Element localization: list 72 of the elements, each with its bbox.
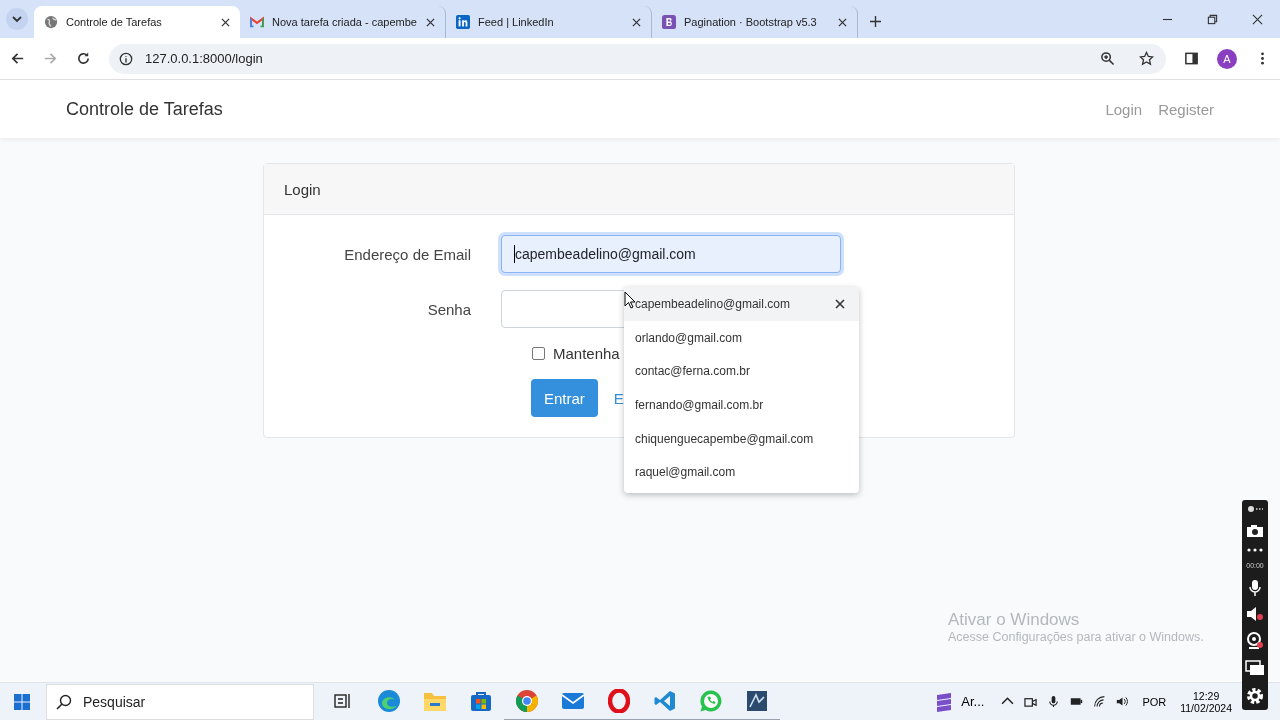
back-arrow-icon[interactable] [10,51,25,66]
close-icon[interactable] [632,17,641,27]
speaker-icon[interactable] [1116,695,1130,708]
mail-logo-icon [250,15,264,29]
swirl-icon [377,688,401,713]
restore-icon[interactable] [1207,14,1218,25]
code-editor-icon [654,689,676,712]
stack-icon [935,691,954,712]
close-icon[interactable] [835,298,845,309]
info-icon [119,51,133,66]
suggestion-item[interactable]: contac@ferna.com.br [624,354,859,389]
meet-icon[interactable] [1024,695,1038,708]
close-icon[interactable] [221,17,230,27]
round-browser-icon [515,688,539,713]
globe-icon [44,15,58,29]
windows-start-icon[interactable] [14,693,30,710]
close-icon[interactable] [426,17,435,27]
battery-icon[interactable] [1070,695,1084,708]
side-panel-icon[interactable] [1184,51,1199,66]
tab-title: Feed | LinkedIn [478,16,555,28]
checkbox[interactable] [532,347,545,360]
reload-icon[interactable] [76,51,91,66]
suggestion-item[interactable]: fernando@gmail.com.br [624,388,859,422]
activation-message: Acesse Configurações para ativar o Windows. [948,630,1204,644]
language-indicator[interactable]: POR [1142,695,1167,708]
mail-icon [561,690,585,711]
microphone-icon[interactable] [1047,695,1061,708]
suggestion-item[interactable]: raquel@gmail.com [624,455,859,490]
microphone-icon[interactable] [1248,578,1262,597]
checkbox-label: Mantenha [553,345,620,362]
mouse-pointer-icon [624,291,636,309]
browser-tab[interactable]: Controle de Tarefas [34,6,240,38]
speaker-icon[interactable] [1246,606,1264,623]
card-title: Login [284,180,321,198]
app-tile-icon [746,689,768,712]
camera-icon[interactable] [1246,523,1264,538]
clock-date[interactable]: 11/02/2024 [1180,701,1232,714]
store-bag-icon [470,689,492,712]
suggestion-item[interactable]: capembeadelino@gmail.com [624,287,859,321]
tab-list-button[interactable] [6,8,28,30]
search-icon [56,693,72,710]
tab-title: Controle de Tarefas [66,16,163,28]
settings-icon[interactable] [1245,686,1265,706]
square-logo-icon [456,15,470,29]
field-label: Senha [426,300,472,318]
square-logo-icon [662,15,676,29]
suggestion-item[interactable]: orlando@gmail.com [624,320,859,355]
email-field[interactable]: capembeadelino@gmail.com [501,235,841,273]
pin-icon[interactable] [1247,504,1263,514]
tab-title: Nova tarefa criada - capembe [272,16,418,28]
activation-title: Ativar o Windows [948,610,1081,630]
webcam-icon[interactable] [1246,632,1264,651]
search-field[interactable]: Pesquisar [46,683,314,720]
clock-time[interactable]: 12:29 [1192,689,1220,702]
zoom-icon[interactable] [1100,51,1115,66]
close-icon[interactable] [1252,14,1263,25]
tab-title: Pagination · Bootstrap v5.3 [684,16,818,28]
address-bar[interactable]: 127.0.0.1:8000/login [109,43,1166,74]
chat-bubble-icon [699,688,723,713]
profile-avatar[interactable]: A [1217,48,1237,69]
star-icon[interactable] [1139,51,1154,66]
close-icon[interactable] [838,17,847,27]
wifi-icon[interactable] [1093,695,1107,708]
brand-link[interactable]: Controle de Tarefas [66,98,223,120]
more-icon[interactable] [1246,547,1264,552]
field-label: Endereço de Email [343,245,472,263]
suggestion-item[interactable]: chiquenguecapembe@gmail.com [624,421,859,456]
plus-icon[interactable] [870,16,881,27]
windows-icon[interactable] [1245,660,1265,677]
taskbar-app[interactable]: Ar... [935,691,985,712]
ring-icon [608,688,630,713]
chevron-down-icon [12,15,22,23]
